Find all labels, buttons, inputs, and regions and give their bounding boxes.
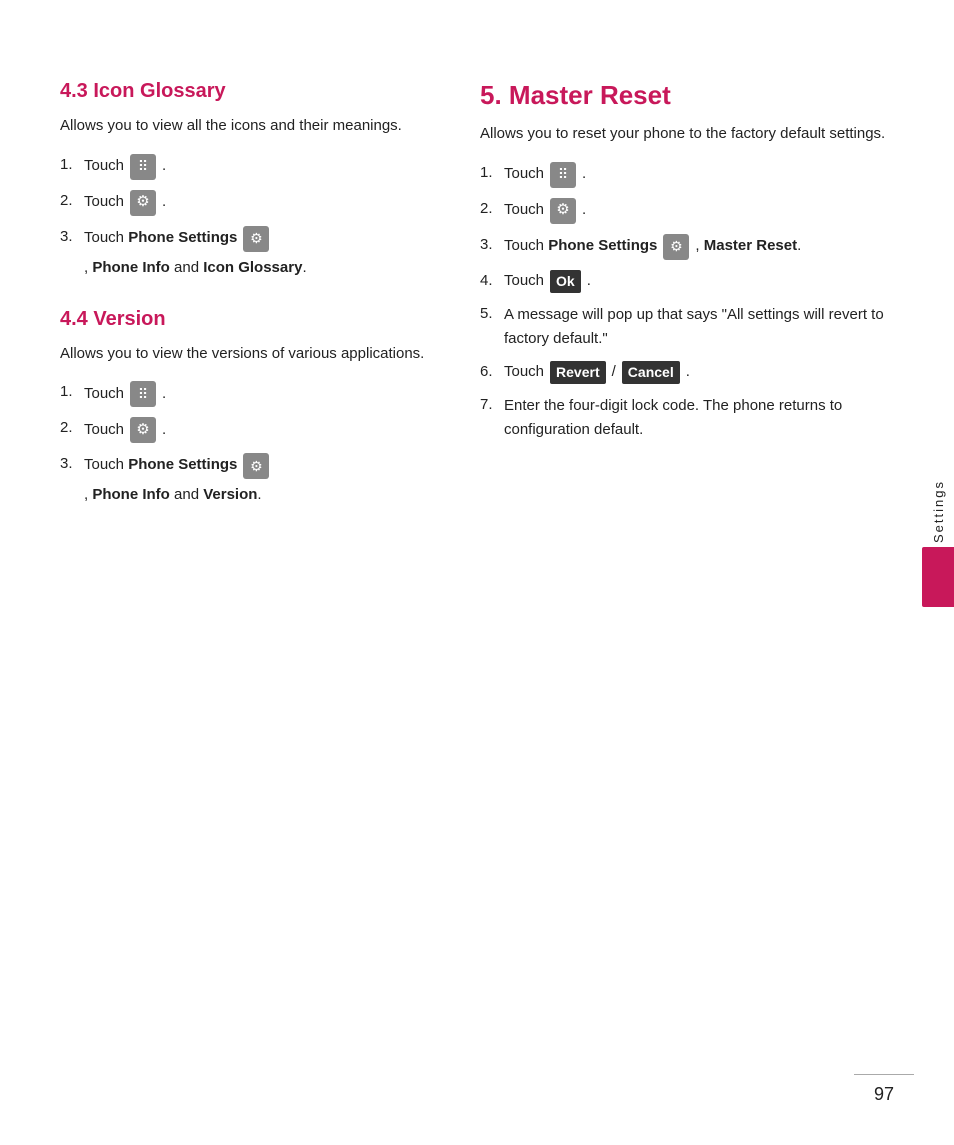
grid-icon-mr-1 [550,162,576,188]
step-content-mr-5: A message will pop up that says "All set… [504,303,894,351]
step-content-v-1: Touch . [84,381,166,407]
step-content-ig-2: Touch . [84,190,166,216]
section-heading-version: 4.4 Version [60,308,440,331]
settings-tab-bar [922,547,954,607]
revert-button-icon: Revert [550,361,606,384]
grid-icon-ig-1 [130,154,156,180]
step-v-3: 3. Touch Phone Settings , Phone Info and… [60,453,440,507]
section-desc-master-reset: Allows you to reset your phone to the fa… [480,123,894,146]
ok-button-icon: Ok [550,270,581,293]
section-heading-icon-glossary: 4.3 Icon Glossary [60,80,440,103]
step-mr-7: 7. Enter the four-digit lock code. The p… [480,394,894,442]
gear-icon-v-2 [130,417,156,443]
page: 4.3 Icon Glossary Allows you to view all… [0,0,954,595]
gear-icon-ig-2 [130,190,156,216]
step-ig-3: 3. Touch Phone Settings , Phone Info and… [60,226,440,280]
page-number: 97 [874,1084,894,1105]
phone-settings-icon-mr-3 [663,234,689,260]
step-num-v-1: 1. [60,381,84,404]
step-ig-2: 2. Touch . [60,190,440,216]
step-mr-3: 3. Touch Phone Settings , Master Reset. [480,234,894,260]
settings-tab-label: Settings [931,480,946,543]
phone-settings-icon-v-3 [243,453,269,479]
left-column: 4.3 Icon Glossary Allows you to view all… [60,80,440,535]
step-content-mr-7: Enter the four-digit lock code. The phon… [504,394,894,442]
section-desc-icon-glossary: Allows you to view all the icons and the… [60,115,440,138]
page-divider [854,1074,914,1075]
steps-master-reset: 1. Touch . 2. Touch . 3. [480,162,894,442]
step-num-mr-2: 2. [480,198,504,221]
steps-icon-glossary: 1. Touch . 2. Touch . 3. [60,154,440,280]
step-num-v-3: 3. [60,453,84,476]
step-content-ig-1: Touch . [84,154,166,180]
step-content-mr-6: Touch Revert / Cancel . [504,361,690,384]
steps-version: 1. Touch . 2. Touch . 3. [60,381,440,507]
step-content-ig-3: Touch Phone Settings , Phone Info and Ic… [84,226,440,280]
step-content-mr-1: Touch . [504,162,586,188]
step-mr-4: 4. Touch Ok . [480,270,894,293]
gear-icon-mr-2 [550,198,576,224]
step-num-ig-2: 2. [60,190,84,213]
step-num-mr-4: 4. [480,270,504,293]
step-v-1: 1. Touch . [60,381,440,407]
section-version: 4.4 Version Allows you to view the versi… [60,308,440,508]
right-column: 5. Master Reset Allows you to reset your… [480,80,894,535]
section-heading-master-reset: 5. Master Reset [480,80,894,111]
section-master-reset: 5. Master Reset Allows you to reset your… [480,80,894,442]
section-desc-version: Allows you to view the versions of vario… [60,343,440,366]
step-mr-1: 1. Touch . [480,162,894,188]
step-num-mr-5: 5. [480,303,504,326]
settings-sidebar-tab: Settings [922,480,954,607]
step-num-v-2: 2. [60,417,84,440]
step-mr-6: 6. Touch Revert / Cancel . [480,361,894,384]
step-num-mr-6: 6. [480,361,504,384]
cancel-button-icon: Cancel [622,361,680,384]
step-content-mr-2: Touch . [504,198,586,224]
step-num-mr-1: 1. [480,162,504,185]
grid-icon-v-1 [130,381,156,407]
step-mr-5: 5. A message will pop up that says "All … [480,303,894,351]
step-v-2: 2. Touch . [60,417,440,443]
step-content-mr-3: Touch Phone Settings , Master Reset. [504,234,801,260]
step-content-mr-4: Touch Ok . [504,270,591,293]
step-num-mr-7: 7. [480,394,504,417]
section-icon-glossary: 4.3 Icon Glossary Allows you to view all… [60,80,440,280]
step-num-ig-3: 3. [60,226,84,249]
phone-settings-icon-ig-3 [243,226,269,252]
step-content-v-3: Touch Phone Settings , Phone Info and Ve… [84,453,440,507]
step-mr-2: 2. Touch . [480,198,894,224]
step-content-v-2: Touch . [84,417,166,443]
step-num-ig-1: 1. [60,154,84,177]
step-ig-1: 1. Touch . [60,154,440,180]
step-num-mr-3: 3. [480,234,504,257]
